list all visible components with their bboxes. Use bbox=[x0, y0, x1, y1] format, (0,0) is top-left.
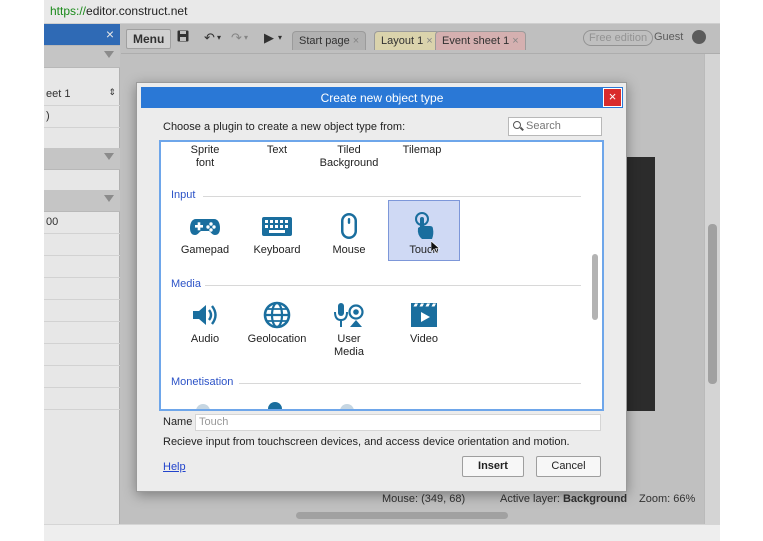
category-divider bbox=[205, 285, 581, 286]
url-text[interactable]: https://editor.construct.net bbox=[50, 4, 187, 18]
search-placeholder: Search bbox=[526, 120, 561, 132]
plugin-gamepad[interactable]: Gamepad bbox=[169, 212, 241, 257]
category-monetisation: Monetisation bbox=[171, 376, 234, 388]
keyboard-icon bbox=[262, 217, 292, 236]
cancel-button[interactable]: Cancel bbox=[536, 456, 601, 477]
dialog-title: Create new object type bbox=[320, 91, 444, 105]
plugin-keyboard[interactable]: Keyboard bbox=[241, 212, 313, 257]
plugin-audio[interactable]: Audio bbox=[169, 301, 241, 346]
plugin-label: Tilemap bbox=[402, 144, 442, 156]
dialog-title-bar: Create new object type × bbox=[141, 87, 623, 108]
plugin-text[interactable]: Text bbox=[241, 144, 313, 157]
search-input[interactable]: Search bbox=[508, 117, 602, 136]
create-object-dialog: Create new object type × Choose a plugin… bbox=[136, 82, 627, 492]
plugin-mouse[interactable]: Mouse bbox=[313, 212, 385, 257]
plugin-label: User Media bbox=[334, 333, 364, 358]
plugin-label: Video bbox=[410, 333, 438, 345]
mouse-icon bbox=[341, 213, 357, 239]
category-divider bbox=[239, 383, 581, 384]
plugin-label: Geolocation bbox=[247, 333, 307, 345]
browser-url-bar[interactable]: https://editor.construct.net bbox=[44, 0, 720, 24]
category-input: Input bbox=[171, 189, 196, 201]
search-icon bbox=[513, 121, 521, 129]
url-scheme: https:// bbox=[50, 4, 87, 18]
category-media: Media bbox=[171, 278, 201, 290]
plugin-list-scrollbar[interactable] bbox=[591, 144, 600, 407]
partial-plugin-icon bbox=[340, 404, 354, 409]
partial-plugin-icon bbox=[196, 404, 210, 409]
plugin-touch[interactable]: Touch bbox=[388, 200, 460, 261]
help-link[interactable]: Help bbox=[163, 461, 186, 473]
insert-button[interactable]: Insert bbox=[462, 456, 524, 477]
plugin-label: Text bbox=[266, 144, 288, 156]
dialog-prompt: Choose a plugin to create a new object t… bbox=[163, 121, 406, 133]
speaker-icon bbox=[193, 305, 217, 325]
microphone-camera-icon bbox=[334, 303, 364, 327]
globe-icon bbox=[263, 301, 291, 329]
url-host: editor.construct.net bbox=[86, 4, 188, 18]
plugin-label: Tiled Background bbox=[319, 144, 379, 169]
plugin-user-media[interactable]: User Media bbox=[313, 301, 385, 359]
gamepad-icon bbox=[190, 219, 220, 235]
plugin-video[interactable]: Video bbox=[388, 301, 460, 346]
cursor-icon bbox=[431, 241, 440, 254]
plugin-description: Recieve input from touchscreen devices, … bbox=[163, 436, 570, 448]
plugin-label: Keyboard bbox=[253, 244, 301, 256]
plugin-label: Gamepad bbox=[180, 244, 230, 256]
video-icon bbox=[411, 303, 437, 327]
dialog-close-button[interactable]: × bbox=[603, 88, 622, 107]
plugin-tiled-background[interactable]: Tiled Background bbox=[313, 144, 385, 170]
plugin-tilemap[interactable]: Tilemap bbox=[386, 144, 458, 157]
plugin-label: Mouse bbox=[332, 244, 366, 256]
plugin-label: Audio bbox=[190, 333, 220, 345]
screen: https://editor.construct.net × eet 1 ⇕ ) … bbox=[0, 0, 763, 541]
bottom-bar bbox=[44, 524, 720, 541]
name-label: Name bbox=[163, 416, 193, 428]
plugin-label: Sprite font bbox=[190, 144, 220, 169]
plugin-list: Sprite font Text Tiled Background Tilema… bbox=[159, 140, 604, 411]
partial-plugin-icon bbox=[268, 402, 282, 409]
scrollbar-thumb[interactable] bbox=[592, 254, 598, 320]
name-field[interactable]: Touch bbox=[195, 414, 601, 431]
plugin-sprite-font[interactable]: Sprite font bbox=[169, 144, 241, 170]
category-divider bbox=[203, 196, 581, 197]
touch-icon bbox=[415, 212, 434, 239]
plugin-geolocation[interactable]: Geolocation bbox=[241, 301, 313, 346]
